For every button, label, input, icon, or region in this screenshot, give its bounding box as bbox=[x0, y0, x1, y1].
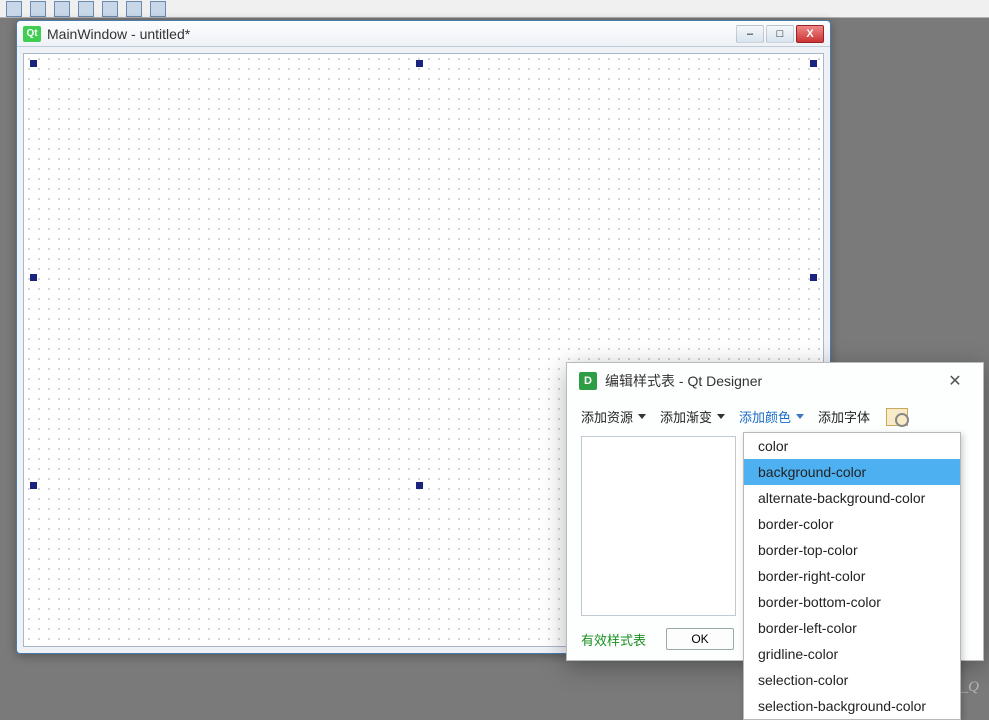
resize-handle[interactable] bbox=[30, 482, 37, 489]
toolbar-icon[interactable] bbox=[126, 1, 142, 17]
button-label: 添加字体 bbox=[818, 407, 870, 426]
menu-item-background-color[interactable]: background-color bbox=[744, 459, 960, 485]
menu-item-border-right-color[interactable]: border-right-color bbox=[744, 563, 960, 589]
chevron-down-icon bbox=[796, 414, 804, 419]
chevron-down-icon bbox=[638, 414, 646, 419]
chevron-down-icon bbox=[717, 414, 725, 419]
add-gradient-button[interactable]: 添加渐变 bbox=[660, 407, 725, 426]
button-label: 添加颜色 bbox=[739, 407, 791, 426]
add-color-button[interactable]: 添加颜色 bbox=[739, 407, 804, 426]
button-label: 添加资源 bbox=[581, 407, 633, 426]
resize-handle[interactable] bbox=[30, 274, 37, 281]
qt-icon: Qt bbox=[23, 26, 41, 42]
resize-handle[interactable] bbox=[810, 274, 817, 281]
toolbar-icon[interactable] bbox=[78, 1, 94, 17]
window-controls: – □ X bbox=[736, 25, 824, 43]
toolbar-icon[interactable] bbox=[54, 1, 70, 17]
resize-handle[interactable] bbox=[30, 60, 37, 67]
add-font-button[interactable]: 添加字体 bbox=[818, 407, 870, 426]
menu-item-selection-background-color[interactable]: selection-background-color bbox=[744, 693, 960, 719]
menu-item-border-color[interactable]: border-color bbox=[744, 511, 960, 537]
close-button[interactable]: X bbox=[796, 25, 824, 43]
toolbar-icon[interactable] bbox=[30, 1, 46, 17]
menu-item-selection-color[interactable]: selection-color bbox=[744, 667, 960, 693]
app-toolbar bbox=[0, 0, 989, 18]
resize-handle[interactable] bbox=[416, 60, 423, 67]
toolbar-icon[interactable] bbox=[150, 1, 166, 17]
toolbar-icon[interactable] bbox=[102, 1, 118, 17]
titlebar[interactable]: Qt MainWindow - untitled* – □ X bbox=[17, 21, 830, 47]
close-icon[interactable]: ✕ bbox=[939, 367, 971, 395]
stylesheet-editor[interactable] bbox=[581, 436, 736, 616]
toolbar-icon[interactable] bbox=[6, 1, 22, 17]
valid-stylesheet-label: 有效样式表 bbox=[581, 630, 646, 649]
color-dropdown-menu: colorbackground-coloralternate-backgroun… bbox=[743, 432, 961, 720]
add-resource-button[interactable]: 添加资源 bbox=[581, 407, 646, 426]
ok-button[interactable]: OK bbox=[666, 628, 734, 650]
button-label: 添加渐变 bbox=[660, 407, 712, 426]
font-picker-icon[interactable] bbox=[886, 408, 908, 426]
designer-icon: D bbox=[579, 372, 597, 390]
dialog-toolbar: 添加资源 添加渐变 添加颜色 添加字体 bbox=[567, 399, 983, 436]
menu-item-border-bottom-color[interactable]: border-bottom-color bbox=[744, 589, 960, 615]
menu-item-border-top-color[interactable]: border-top-color bbox=[744, 537, 960, 563]
window-title: MainWindow - untitled* bbox=[47, 26, 736, 42]
maximize-button[interactable]: □ bbox=[766, 25, 794, 43]
dialog-title: 编辑样式表 - Qt Designer bbox=[605, 371, 939, 391]
menu-item-alternate-background-color[interactable]: alternate-background-color bbox=[744, 485, 960, 511]
dialog-titlebar[interactable]: D 编辑样式表 - Qt Designer ✕ bbox=[567, 363, 983, 399]
resize-handle[interactable] bbox=[810, 60, 817, 67]
resize-handle[interactable] bbox=[416, 482, 423, 489]
menu-item-gridline-color[interactable]: gridline-color bbox=[744, 641, 960, 667]
minimize-button[interactable]: – bbox=[736, 25, 764, 43]
menu-item-border-left-color[interactable]: border-left-color bbox=[744, 615, 960, 641]
menu-item-color[interactable]: color bbox=[744, 433, 960, 459]
